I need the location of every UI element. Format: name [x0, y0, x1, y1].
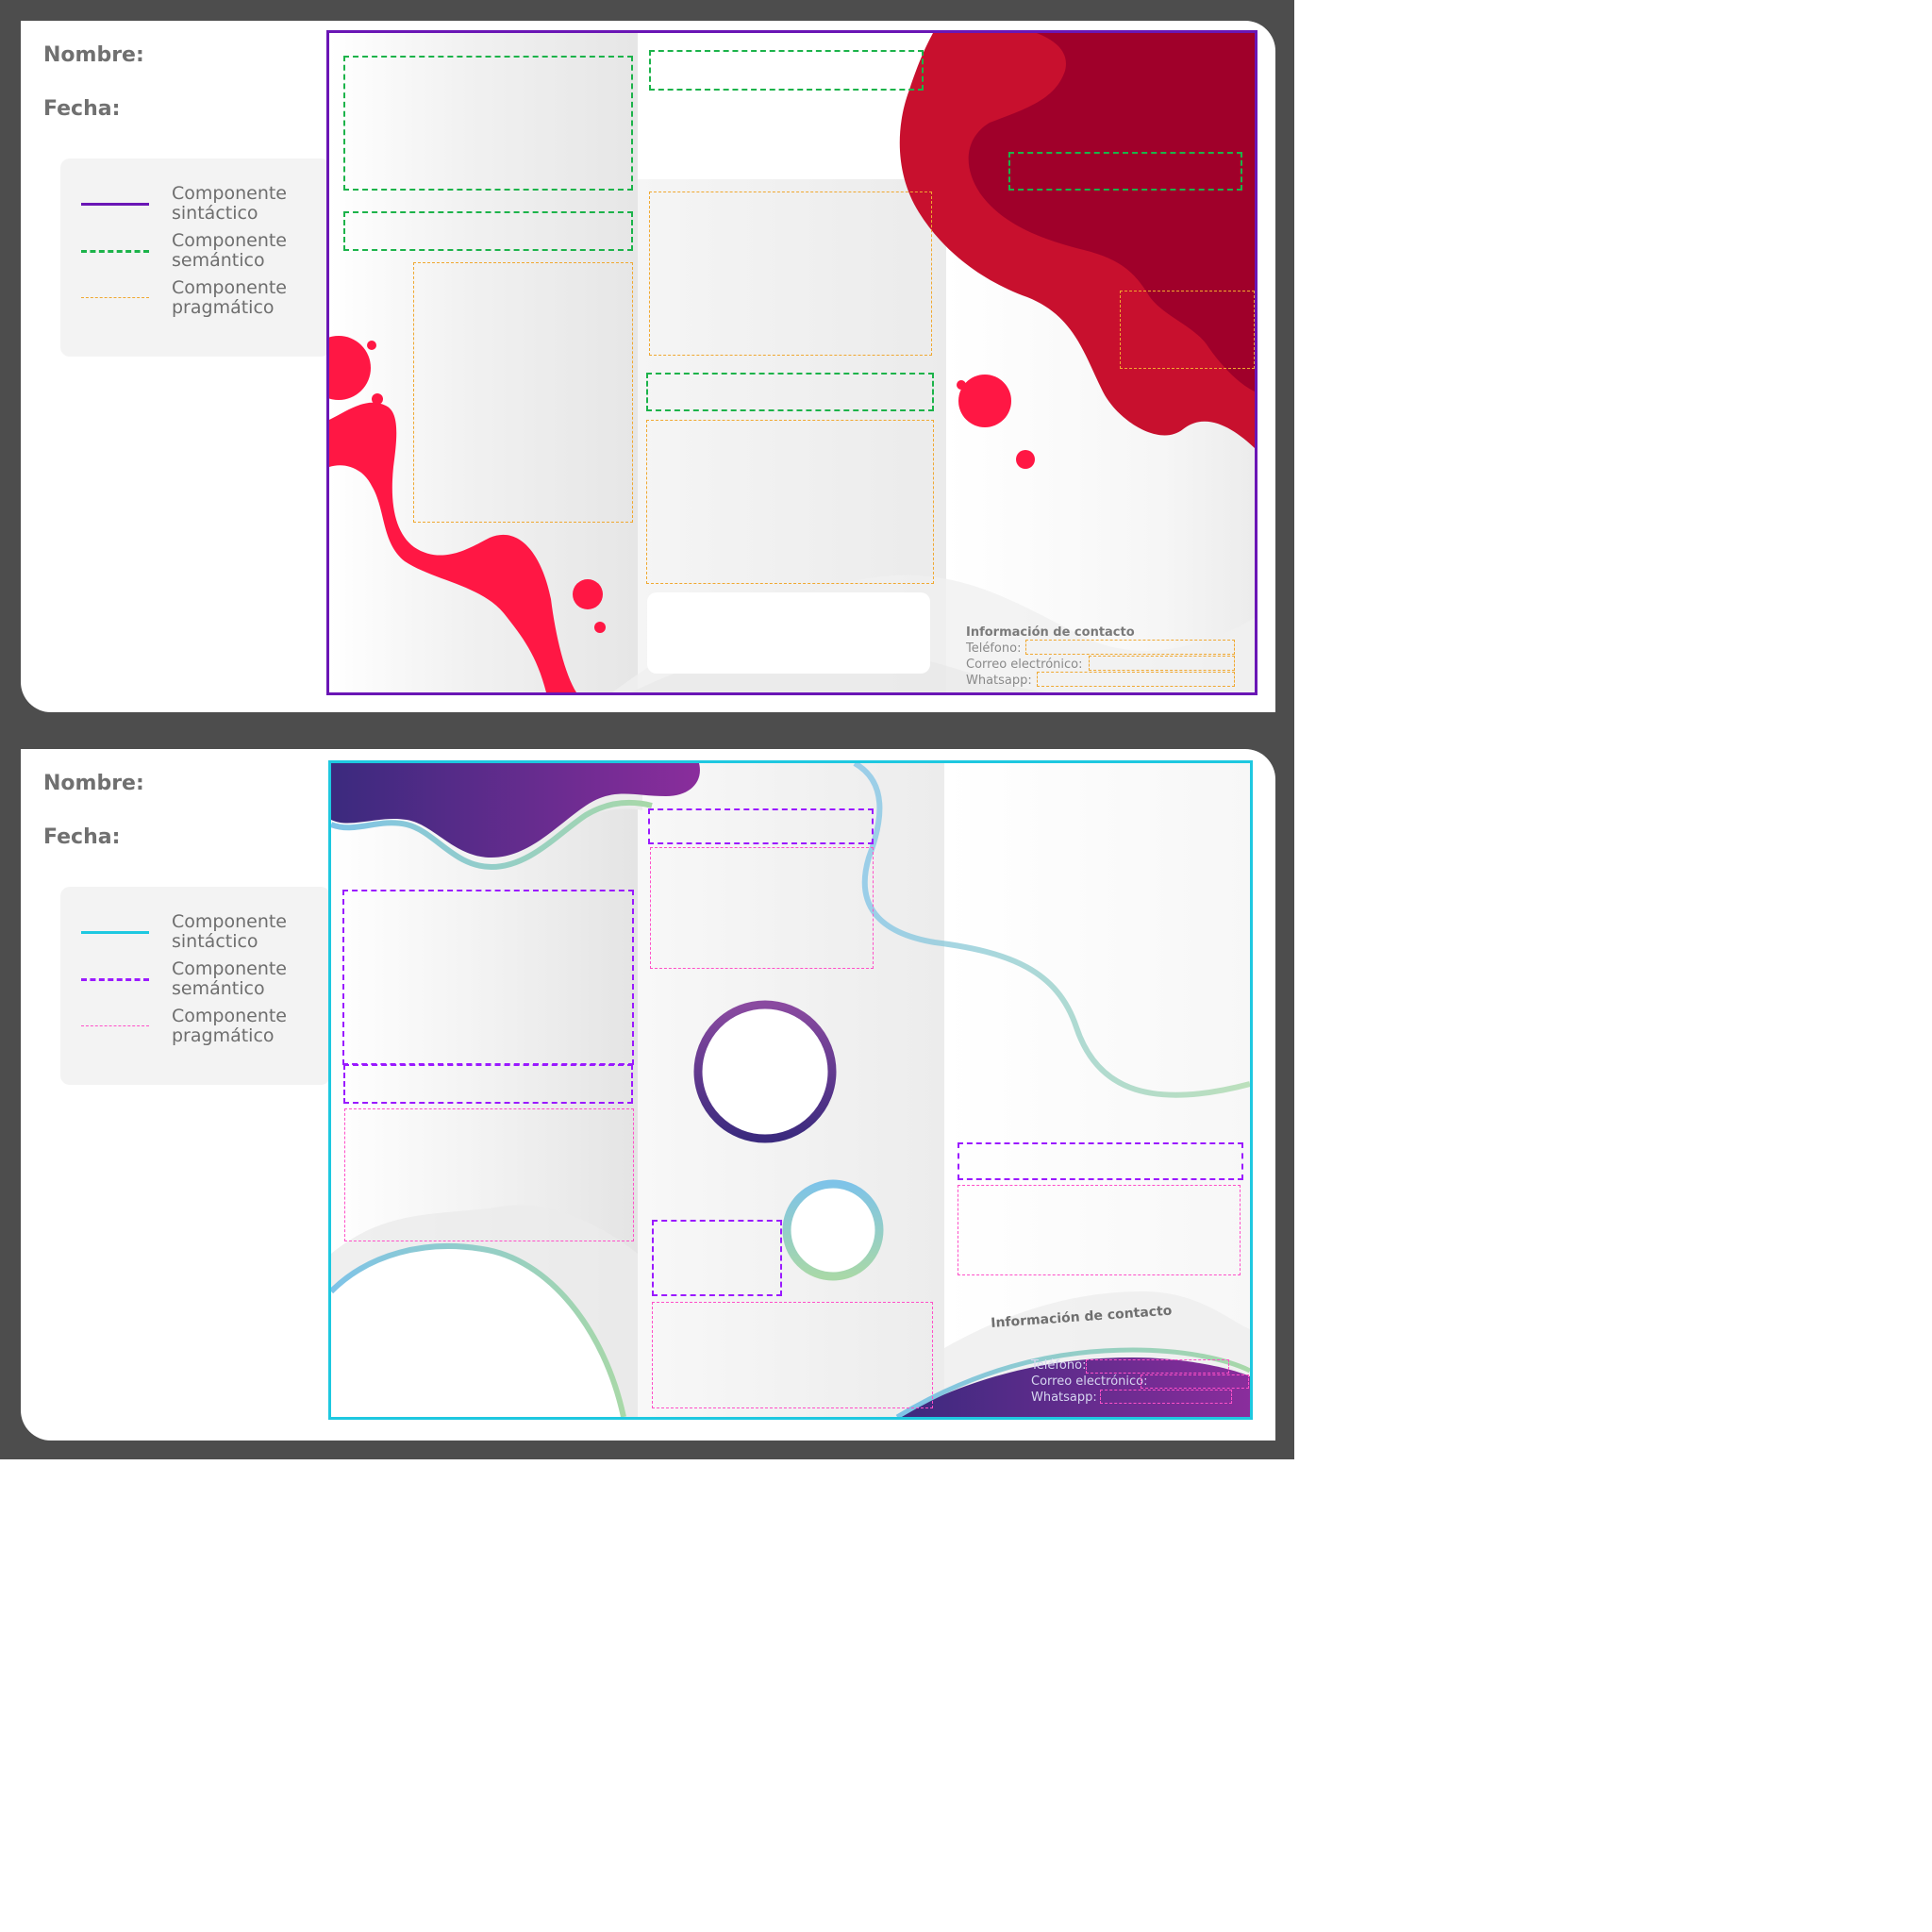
pragmatic-box: [650, 847, 874, 969]
legend-label-syntactic: Componente sintáctico: [172, 911, 287, 952]
legend-label-pragmatic: Componente pragmático: [172, 1006, 287, 1046]
name-label: Nombre:: [43, 772, 144, 795]
whatsapp-field: [1100, 1390, 1232, 1404]
semantic-box: [342, 890, 634, 1065]
date-label: Fecha:: [43, 825, 121, 849]
worksheet-2-frame: Nombre: Fecha: Componente sintáctico Com…: [0, 736, 1294, 1459]
pragmatic-box: [344, 1108, 634, 1241]
semantic-box: [958, 1142, 1243, 1180]
legend-dotted-line: [81, 1025, 149, 1026]
semantic-box: [1008, 152, 1242, 191]
contact-title: Información de contacto: [966, 625, 1135, 640]
legend-solid-line: [81, 203, 149, 206]
semantic-box: [343, 1064, 633, 1104]
legend-item-semantic: Componente semántico: [60, 231, 330, 275]
pragmatic-box: [958, 1185, 1241, 1275]
legend-label-semantic: Componente semántico: [172, 230, 287, 271]
semantic-box: [343, 211, 633, 251]
semantic-box: [649, 50, 924, 91]
brochure-template-2: Información de contacto Teléfono: Correo…: [328, 760, 1253, 1420]
legend-solid-line: [81, 931, 149, 934]
legend-label-semantic: Componente semántico: [172, 958, 287, 999]
whatsapp-field: [1037, 672, 1235, 687]
worksheet-1-frame: Nombre: Fecha: Componente sintáctico Com…: [0, 0, 1294, 736]
legend-item-syntactic: Componente sintáctico: [60, 912, 330, 956]
brochure-template-1: Información de contacto Teléfono: Correo…: [326, 30, 1257, 695]
pragmatic-box: [649, 192, 932, 356]
phone-field: [1025, 640, 1235, 655]
date-label: Fecha:: [43, 97, 121, 121]
semantic-box: [652, 1220, 782, 1296]
pragmatic-box: [652, 1302, 933, 1408]
phone-field: [1086, 1359, 1229, 1374]
legend-item-semantic: Componente semántico: [60, 959, 330, 1003]
semantic-box: [343, 56, 633, 191]
legend-dashed-line: [81, 250, 149, 253]
email-field: [1141, 1374, 1249, 1389]
worksheet-2-card: Nombre: Fecha: Componente sintáctico Com…: [21, 749, 1275, 1441]
pragmatic-box: [646, 420, 934, 584]
legend-panel: Componente sintáctico Componente semánti…: [60, 158, 330, 357]
legend-dashed-line: [81, 978, 149, 981]
pragmatic-box: [1120, 291, 1255, 369]
legend-item-pragmatic: Componente pragmático: [60, 278, 330, 322]
legend-label-pragmatic: Componente pragmático: [172, 277, 287, 318]
legend-item-pragmatic: Componente pragmático: [60, 1007, 330, 1050]
name-label: Nombre:: [43, 43, 144, 67]
semantic-box: [646, 373, 934, 411]
pragmatic-box: [413, 262, 633, 523]
legend-label-syntactic: Componente sintáctico: [172, 183, 287, 224]
semantic-box: [648, 808, 874, 844]
email-field: [1089, 656, 1235, 671]
worksheet-1-card: Nombre: Fecha: Componente sintáctico Com…: [21, 21, 1275, 712]
legend-dotted-line: [81, 297, 149, 298]
legend-item-syntactic: Componente sintáctico: [60, 184, 330, 227]
contact-info: Información de contacto: [991, 1304, 1250, 1332]
legend-panel: Componente sintáctico Componente semánti…: [60, 887, 330, 1085]
